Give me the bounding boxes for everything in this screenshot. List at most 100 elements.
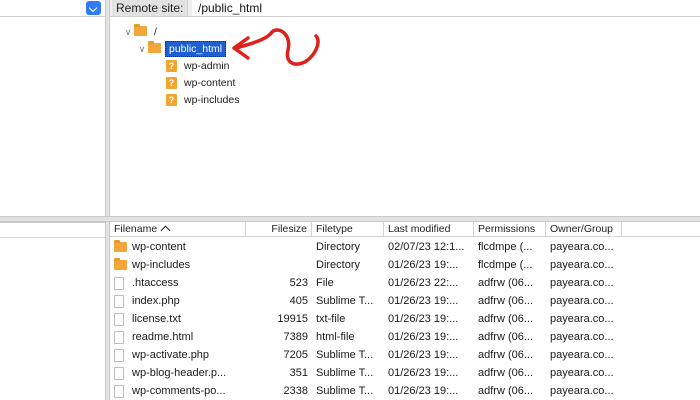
file-modified: 01/26/23 19:... bbox=[388, 313, 459, 325]
folder-icon bbox=[148, 41, 161, 53]
tree-node-label: wp-includes bbox=[184, 94, 240, 106]
file-name: readme.html bbox=[132, 331, 194, 343]
file-permissions: flcdmpe (... bbox=[478, 259, 533, 271]
remote-directory-tree[interactable]: ∨ / ∨ public_html ? wp-admin ? wp-content ? w… bbox=[110, 18, 700, 216]
file-permissions: adfrw (06... bbox=[478, 385, 534, 397]
table-row[interactable]: wp-content Directory 02/07/23 12:1... flcdm… bbox=[110, 238, 700, 256]
local-file-list-header bbox=[0, 223, 105, 238]
file-list-header: Filename Filesize Filetype Last modified… bbox=[110, 222, 700, 237]
file-type: Sublime T... bbox=[316, 349, 374, 361]
expand-chevron-icon[interactable]: ∨ bbox=[136, 41, 148, 57]
tree-node-label: public_html bbox=[165, 41, 227, 57]
sort-ascending-icon bbox=[160, 225, 171, 236]
file-icon bbox=[114, 367, 124, 380]
remote-site-label: Remote site: bbox=[112, 0, 189, 16]
tree-node-root[interactable]: ∨ / bbox=[122, 24, 160, 40]
file-icon bbox=[114, 331, 124, 344]
file-owner-group: payeara.co... bbox=[550, 313, 614, 325]
tree-node-public-html[interactable]: ∨ public_html bbox=[136, 41, 227, 57]
unknown-folder-icon: ? bbox=[166, 94, 177, 106]
file-owner-group: payeara.co... bbox=[550, 349, 614, 361]
file-type: Sublime T... bbox=[316, 295, 374, 307]
file-modified: 01/26/23 19:... bbox=[388, 349, 459, 361]
file-permissions: adfrw (06... bbox=[478, 277, 534, 289]
file-type: Directory bbox=[316, 241, 361, 253]
file-name: wp-comments-po... bbox=[132, 385, 226, 397]
file-owner-group: payeara.co... bbox=[550, 241, 614, 253]
file-type: Directory bbox=[316, 259, 361, 271]
column-header-last-modified[interactable]: Last modified bbox=[384, 222, 474, 237]
table-row[interactable]: readme.html 7389 html-file 01/26/23 19:... a… bbox=[110, 328, 700, 346]
file-icon bbox=[114, 277, 124, 290]
file-icon bbox=[114, 385, 124, 398]
file-permissions: adfrw (06... bbox=[478, 367, 534, 379]
file-name: .htaccess bbox=[132, 277, 179, 289]
file-size: 523 bbox=[289, 277, 308, 289]
table-row[interactable]: license.txt 19915 txt-file 01/26/23 19:... a… bbox=[110, 310, 700, 328]
file-owner-group: payeara.co... bbox=[550, 385, 614, 397]
column-header-permissions[interactable]: Permissions bbox=[474, 222, 546, 237]
file-name: wp-content bbox=[132, 241, 186, 253]
file-size: 405 bbox=[289, 295, 308, 307]
file-icon bbox=[114, 295, 124, 308]
file-name: index.php bbox=[132, 295, 180, 307]
file-modified: 01/26/23 19:... bbox=[388, 295, 459, 307]
tree-node-wp-admin[interactable]: ? wp-admin bbox=[166, 58, 233, 74]
file-type: html-file bbox=[316, 331, 355, 343]
file-size: 2338 bbox=[283, 385, 308, 397]
file-permissions: adfrw (06... bbox=[478, 349, 534, 361]
column-header-filetype[interactable]: Filetype bbox=[312, 222, 384, 237]
file-permissions: adfrw (06... bbox=[478, 313, 534, 325]
column-header-filesize[interactable]: Filesize bbox=[246, 222, 312, 237]
file-owner-group: payeara.co... bbox=[550, 259, 614, 271]
file-permissions: flcdmpe (... bbox=[478, 241, 533, 253]
file-type: Sublime T... bbox=[316, 367, 374, 379]
file-name: wp-includes bbox=[132, 259, 191, 271]
table-row[interactable]: .htaccess 523 File 01/26/23 22:... adfrw (06… bbox=[110, 274, 700, 292]
file-permissions: adfrw (06... bbox=[478, 295, 534, 307]
table-row[interactable]: wp-blog-header.p... 351 Sublime T... 01/26/… bbox=[110, 364, 700, 382]
file-name: license.txt bbox=[132, 313, 181, 325]
table-row[interactable]: wp-includes Directory 01/26/23 19:... flcdm… bbox=[110, 256, 700, 274]
file-icon bbox=[114, 313, 124, 326]
file-owner-group: payeara.co... bbox=[550, 295, 614, 307]
remote-path-field[interactable]: /public_html bbox=[192, 0, 700, 16]
unknown-folder-icon: ? bbox=[166, 77, 177, 89]
expand-chevron-icon[interactable]: ∨ bbox=[122, 24, 134, 40]
remote-site-bar: Remote site: /public_html bbox=[110, 0, 700, 17]
file-size: 7389 bbox=[283, 331, 308, 343]
file-modified: 01/26/23 19:... bbox=[388, 331, 459, 343]
file-owner-group: payeara.co... bbox=[550, 367, 614, 379]
folder-icon bbox=[114, 258, 127, 270]
column-header-label: Filename bbox=[114, 223, 158, 235]
file-size: 19915 bbox=[277, 313, 308, 325]
file-modified: 01/26/23 19:... bbox=[388, 367, 459, 379]
table-row[interactable]: wp-activate.php 7205 Sublime T... 01/26/23 … bbox=[110, 346, 700, 364]
local-path-bar[interactable] bbox=[0, 0, 105, 17]
file-type: File bbox=[316, 277, 334, 289]
column-header-owner-group[interactable]: Owner/Group bbox=[546, 222, 622, 237]
file-permissions: adfrw (06... bbox=[478, 331, 534, 343]
folder-icon bbox=[134, 24, 147, 36]
file-owner-group: payeara.co... bbox=[550, 331, 614, 343]
tree-node-wp-includes[interactable]: ? wp-includes bbox=[166, 92, 242, 108]
remote-file-list[interactable]: Filename Filesize Filetype Last modified… bbox=[110, 222, 700, 400]
annotation-arrow-icon bbox=[232, 28, 320, 66]
file-name: wp-blog-header.p... bbox=[132, 367, 227, 379]
file-size bbox=[250, 238, 308, 256]
tree-node-label: wp-admin bbox=[184, 60, 230, 72]
column-header-filename[interactable]: Filename bbox=[110, 222, 246, 237]
local-path-dropdown-button[interactable] bbox=[86, 1, 101, 15]
file-icon bbox=[114, 349, 124, 362]
file-modified: 01/26/23 19:... bbox=[388, 385, 459, 397]
tree-node-label: / bbox=[154, 26, 157, 38]
file-modified: 02/07/23 12:1... bbox=[388, 241, 465, 253]
local-file-list[interactable] bbox=[0, 222, 106, 400]
file-name: wp-activate.php bbox=[132, 349, 210, 361]
local-directory-pane[interactable] bbox=[0, 0, 106, 218]
table-row[interactable]: index.php 405 Sublime T... 01/26/23 19:... a… bbox=[110, 292, 700, 310]
file-modified: 01/26/23 19:... bbox=[388, 259, 459, 271]
folder-icon bbox=[114, 240, 127, 252]
file-modified: 01/26/23 22:... bbox=[388, 277, 459, 289]
table-row[interactable]: wp-comments-po... 2338 Sublime T... 01/26/2… bbox=[110, 382, 700, 400]
